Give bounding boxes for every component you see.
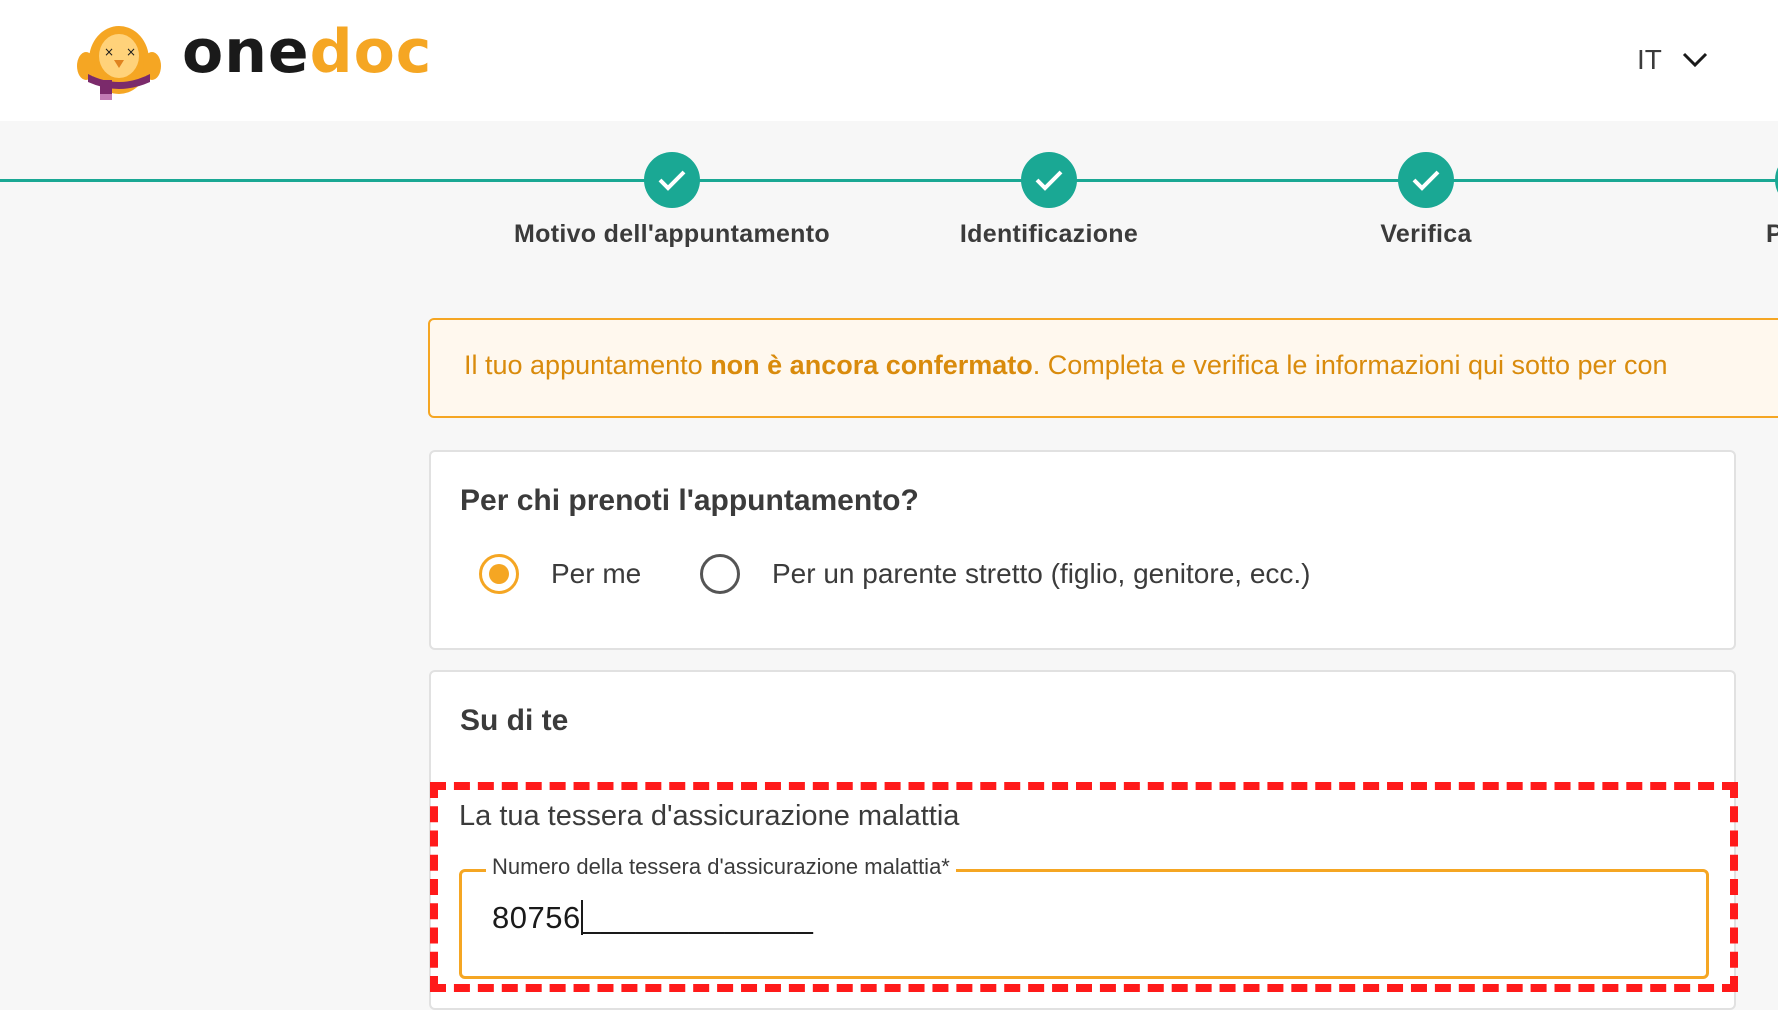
alert-text-suffix: . Completa e verifica le informazioni qu… <box>1032 350 1668 380</box>
insurance-number-mask: _____________ <box>582 900 814 935</box>
penguin-logo-icon[interactable]: × × <box>74 16 164 102</box>
chevron-down-icon <box>1682 52 1707 68</box>
brand-part-doc: doc <box>309 17 433 87</box>
radio-button-relative[interactable] <box>700 554 740 594</box>
booking-for-card: Per chi prenoti l'appuntamento? Per me P… <box>429 450 1736 650</box>
step-2-label: Identificazione <box>959 220 1139 248</box>
language-code: IT <box>1637 44 1662 75</box>
radio-label-for-me: Per me <box>551 558 642 589</box>
step-4-label: Pa <box>1766 220 1778 248</box>
about-you-title: Su di te <box>460 704 569 737</box>
stepper-progress-line <box>0 179 1778 182</box>
alert-text-prefix: Il tuo appuntamento <box>464 350 711 380</box>
step-2-check-indicator <box>1021 152 1077 208</box>
radio-option-relative[interactable]: Per un parente stretto (figlio, genitore… <box>700 554 1311 594</box>
step-3-label: Verifica <box>1380 220 1472 248</box>
radio-button-for-me[interactable] <box>479 554 519 594</box>
insurance-number-field[interactable]: Numero della tessera d'assicurazione mal… <box>459 854 1709 979</box>
step-3-check-indicator <box>1398 152 1454 208</box>
radio-label-relative: Per un parente stretto (figlio, genitore… <box>772 558 1311 589</box>
checkmark-icon <box>1412 170 1440 191</box>
unconfirmed-appointment-alert: Il tuo appuntamento non è ancora conferm… <box>428 318 1778 418</box>
svg-text:×: × <box>126 45 136 59</box>
checkmark-icon <box>1035 170 1063 191</box>
radio-option-for-me[interactable]: Per me <box>479 554 641 594</box>
brand-part-one: one <box>182 17 310 87</box>
top-header: × × onedoc IT <box>0 0 1778 121</box>
svg-text:×: × <box>104 45 114 59</box>
language-selector[interactable]: IT <box>1637 40 1708 80</box>
insurance-card-section-title: La tua tessera d'assicurazione malattia <box>459 800 960 832</box>
insurance-number-input[interactable]: 80756_____________ <box>492 900 1592 936</box>
checkmark-icon <box>658 170 686 191</box>
alert-text-emphasis: non è ancora confermato <box>710 350 1033 380</box>
insurance-number-value: 80756 <box>492 900 581 935</box>
brand-wordmark[interactable]: onedoc <box>182 12 432 92</box>
insurance-number-label: Numero della tessera d'assicurazione mal… <box>486 854 956 880</box>
step-1-check-indicator <box>644 152 700 208</box>
booking-for-title: Per chi prenoti l'appuntamento? <box>460 484 919 517</box>
step-1-label: Motivo dell'appuntamento <box>514 220 830 248</box>
